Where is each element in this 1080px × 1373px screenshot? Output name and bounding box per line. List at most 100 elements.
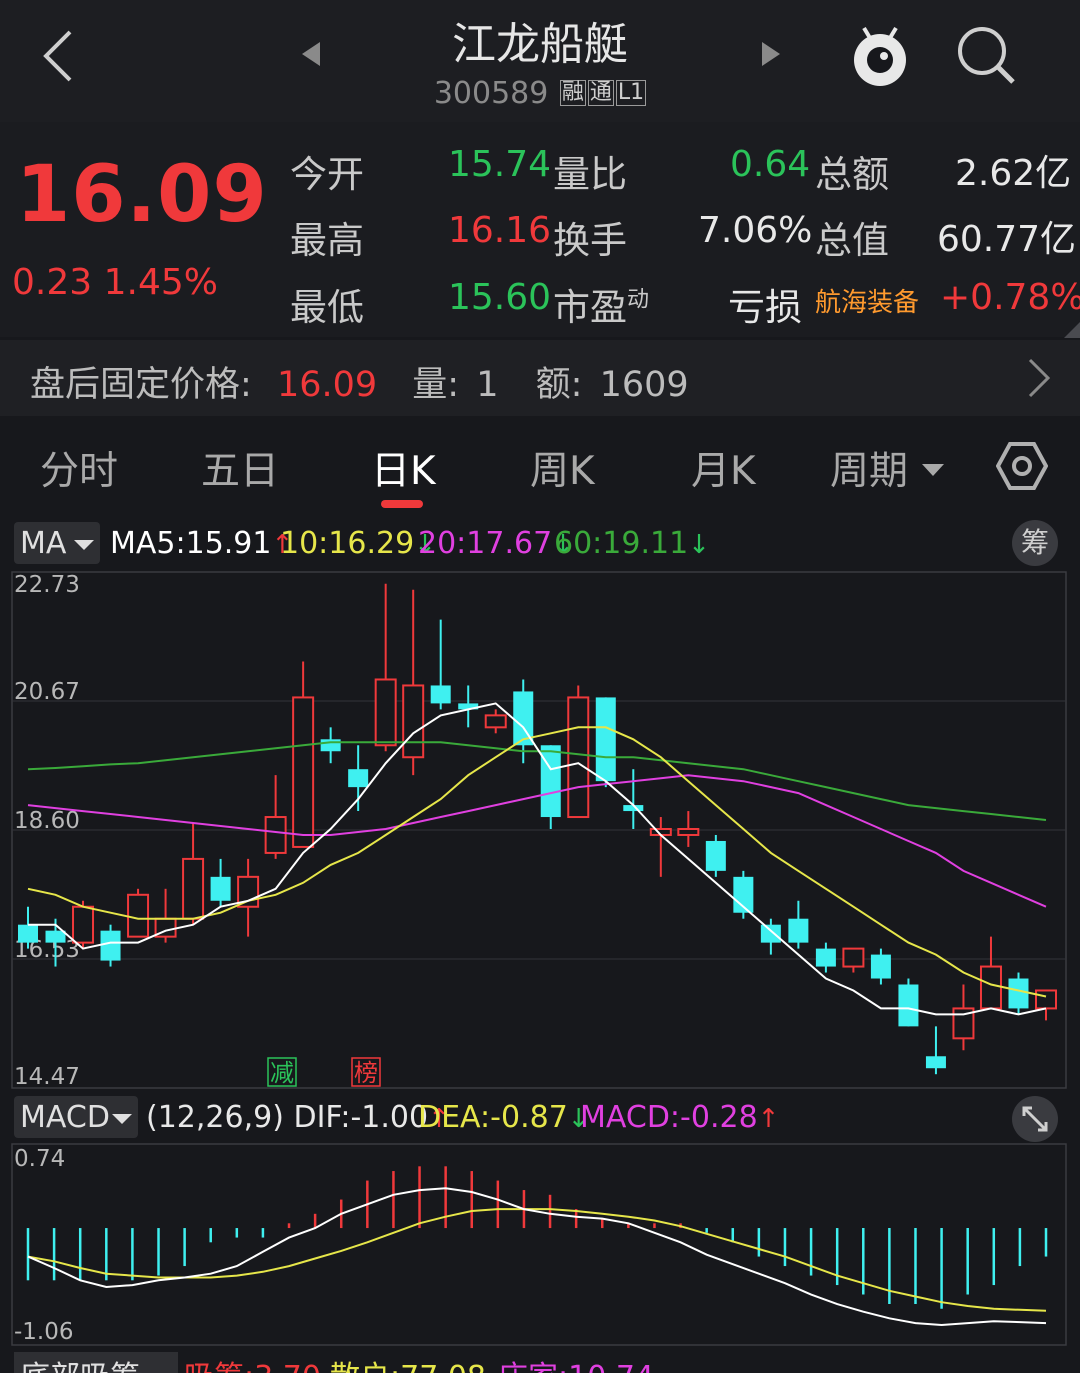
- tab-five-day[interactable]: 五日: [201, 440, 279, 496]
- macd-params-text: (12,26,9): [146, 1100, 284, 1135]
- macd-selector[interactable]: MACD: [14, 1096, 138, 1138]
- ma5-value: MA5:15.91↑: [110, 526, 293, 561]
- after-hours-chevron-icon: [1026, 358, 1052, 402]
- mascot-icon: [854, 26, 906, 86]
- turnover-value: 7.06%: [698, 210, 813, 251]
- macd-chart[interactable]: 0.74 -1.06: [0, 1142, 1080, 1347]
- tab-intraday[interactable]: 分时: [40, 440, 118, 496]
- dif-text: DIF:-1.00: [293, 1100, 429, 1135]
- bottom-item-1: 吸筹:3.70: [184, 1352, 321, 1373]
- ma10-line: [27, 726, 1047, 998]
- expand-button[interactable]: [1012, 1096, 1058, 1142]
- y-tick-label: 14.47: [14, 1064, 80, 1090]
- after-hours-price: 16.09: [276, 365, 378, 405]
- chart-settings-button[interactable]: [995, 440, 1049, 496]
- candle-body: [264, 816, 287, 854]
- bottom-item-3: 庄家:10.74: [498, 1352, 654, 1373]
- bottom-item-2: 散户:77.08: [330, 1352, 486, 1373]
- ma20-value: 20:17.67↓: [418, 526, 574, 561]
- tab-monthly-k[interactable]: 月K: [691, 440, 756, 496]
- high-label: 最高: [290, 219, 364, 262]
- bottom-indicator-row: 底部吸筹 吸筹:3.70 散户:77.08 庄家:10.74: [0, 1352, 1080, 1373]
- candle-body: [595, 697, 616, 782]
- candle-body: [842, 947, 865, 968]
- after-hours-label: 盘后固定价格:: [30, 365, 252, 405]
- candle-body: [788, 918, 809, 943]
- tab-weekly-k[interactable]: 周K: [530, 440, 595, 496]
- ma5-line: [28, 702, 1047, 1016]
- sector-change: +0.78%: [940, 277, 1080, 318]
- candle-body: [292, 696, 315, 848]
- macd-params: (12,26,9) DIF:-1.00↑: [146, 1100, 450, 1135]
- dea-line: [27, 1208, 1047, 1312]
- macd-selector-label: MACD: [20, 1100, 110, 1135]
- ma5-text: MA5:15.91: [110, 526, 272, 561]
- bottom-indicator-selector[interactable]: 底部吸筹: [14, 1352, 178, 1373]
- y-tick-label: 20.67: [14, 679, 80, 705]
- candle-body: [567, 696, 590, 819]
- ma10-text: 10:16.29: [280, 526, 415, 561]
- y-tick-label: 0.74: [14, 1146, 65, 1172]
- mascot-button[interactable]: [846, 20, 914, 94]
- dea-text: DEA:-0.87: [418, 1100, 568, 1135]
- candle-body: [320, 739, 341, 752]
- macd-value: MACD:-0.28↑: [580, 1100, 779, 1135]
- ma-selector-label: MA: [20, 526, 67, 561]
- tab-daily-k[interactable]: 日K: [371, 440, 436, 496]
- after-hours-volume: 1: [476, 365, 499, 405]
- candlestick-chart[interactable]: 22.7320.6718.6016.5314.47 减榜: [0, 570, 1080, 1090]
- change-percent: 1.45%: [103, 262, 218, 303]
- ma60-text: 60:19.11: [554, 526, 689, 561]
- candle-body: [182, 857, 205, 920]
- ma60-line: [27, 741, 1047, 821]
- low-label: 最低: [290, 286, 364, 329]
- price-change: 0.23 1.45%: [12, 262, 218, 303]
- search-icon: [958, 27, 1015, 84]
- caret-down-icon: [112, 1114, 132, 1124]
- open-value: 15.74: [448, 144, 552, 185]
- candle-body: [484, 714, 507, 729]
- candle-body: [402, 684, 425, 759]
- after-hours-amount: 1609: [599, 365, 689, 405]
- candle-body: [540, 745, 561, 818]
- candle-body: [100, 930, 121, 961]
- open-label: 今开: [290, 153, 364, 196]
- candle-body: [348, 769, 369, 788]
- change-value: 0.23: [12, 262, 93, 303]
- pe-value: 亏损: [728, 286, 802, 329]
- sector-name[interactable]: 航海装备: [815, 282, 919, 319]
- candle-body: [979, 965, 1002, 1010]
- stock-code: 300589: [433, 76, 549, 111]
- ma10-value: 10:16.29↓: [280, 526, 436, 561]
- market-cap-value: 60.77亿: [937, 219, 1077, 260]
- caret-down-icon: [74, 540, 94, 550]
- pe-label: 市盈动: [553, 277, 649, 331]
- stock-code-line: 300589 融通 L1: [0, 76, 1080, 111]
- amount-value: 2.62亿: [955, 153, 1072, 194]
- search-button[interactable]: [955, 24, 1017, 90]
- hexagon-settings-icon: [995, 442, 1049, 490]
- down-arrow-icon: ↓: [688, 530, 710, 560]
- tag-level: L1: [615, 80, 647, 106]
- ma-selector[interactable]: MA: [14, 522, 100, 564]
- tab-period-label: 周期: [830, 449, 909, 494]
- high-value: 16.16: [448, 210, 552, 251]
- after-hours-amount-label: 额:: [535, 365, 583, 405]
- candle-body: [815, 948, 836, 967]
- candle-body: [72, 905, 95, 944]
- candle-body: [127, 893, 150, 938]
- candle-body: [210, 876, 231, 901]
- candle-body: [374, 678, 397, 747]
- candle-body: [870, 954, 891, 979]
- tab-period-dropdown[interactable]: 周期: [830, 440, 945, 496]
- chip-distribution-button[interactable]: 筹: [1012, 520, 1058, 566]
- after-hours-info: 盘后固定价格: 16.09 量: 1 额: 1609: [30, 356, 689, 407]
- y-tick-label: 22.73: [14, 572, 80, 598]
- candle-body: [705, 840, 726, 871]
- volume-ratio-label: 量比: [553, 153, 627, 196]
- stock-name: 江龙船艇: [452, 19, 628, 70]
- amount-label: 总额: [815, 153, 889, 196]
- low-value: 15.60: [448, 277, 552, 318]
- y-tick-label: -1.06: [14, 1319, 74, 1345]
- market-cap-label: 总值: [815, 219, 889, 262]
